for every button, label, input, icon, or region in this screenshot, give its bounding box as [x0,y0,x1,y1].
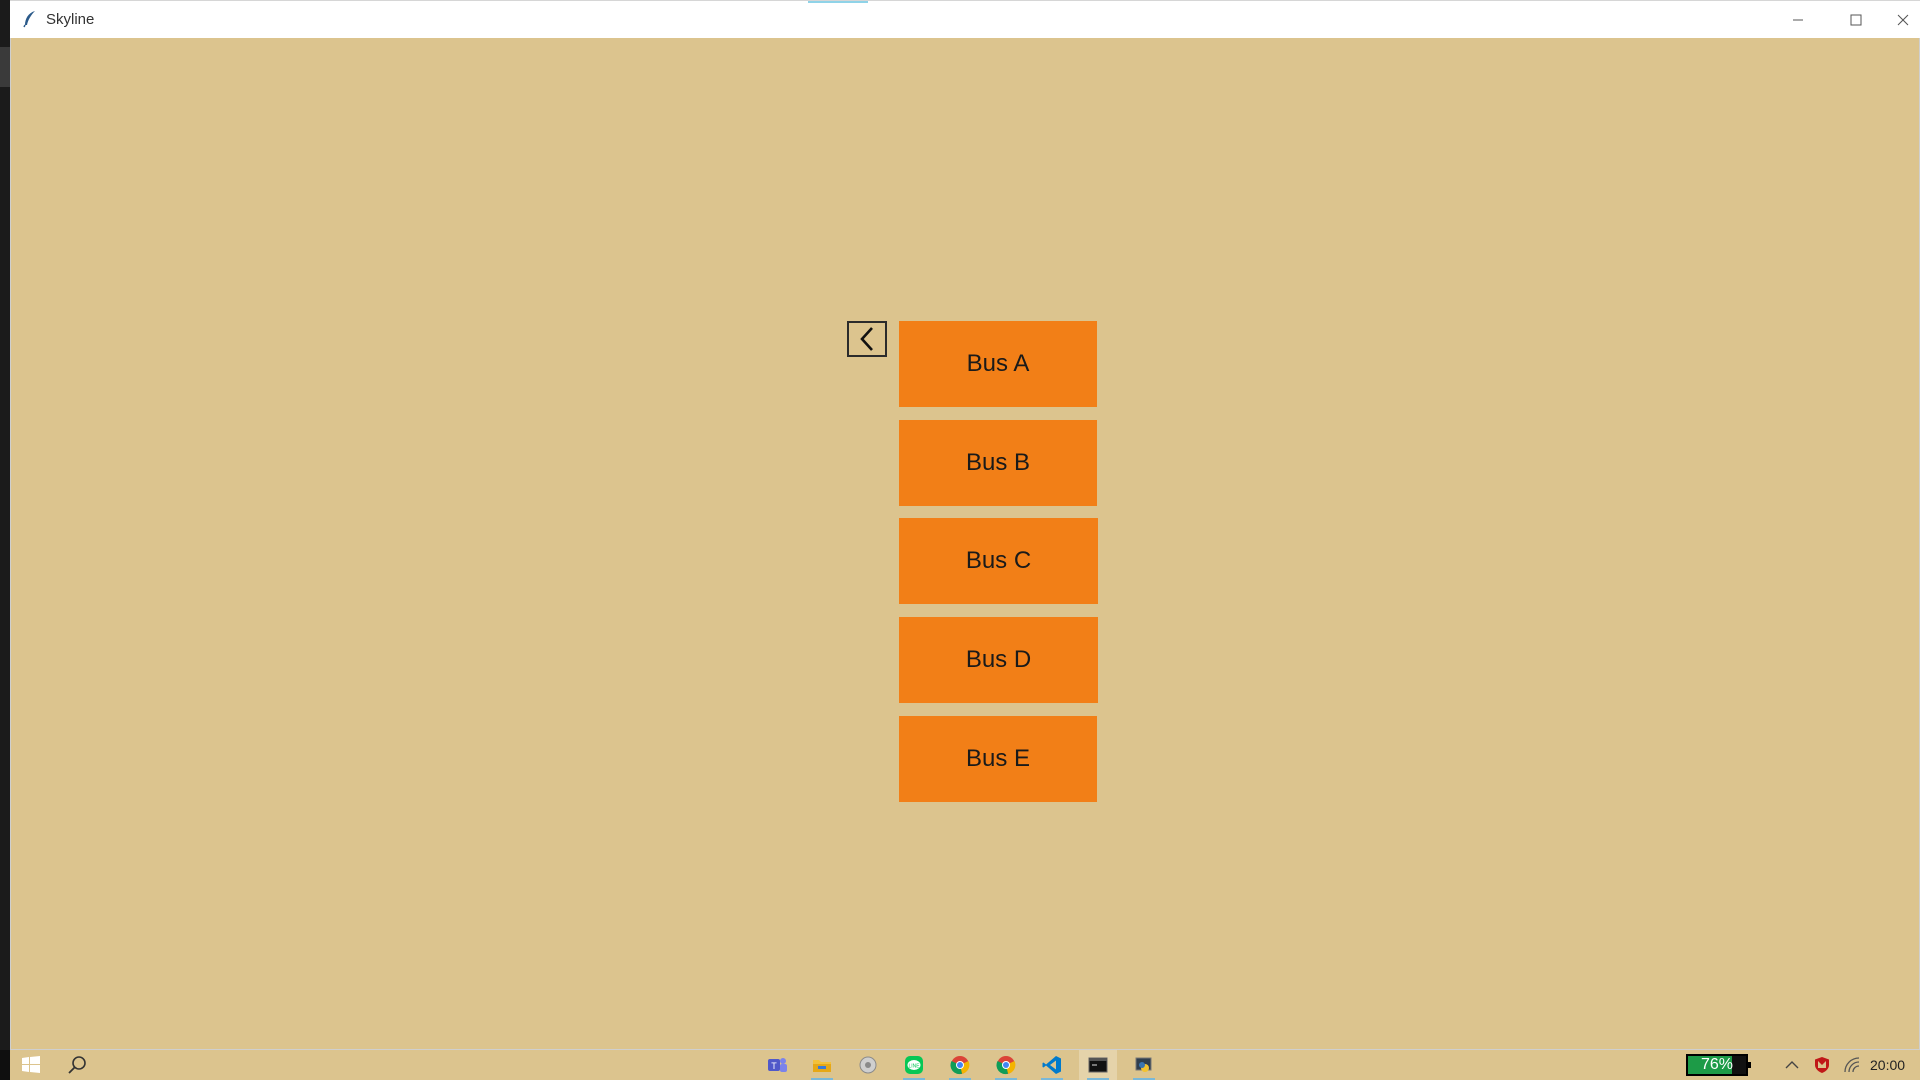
tray-mcafee[interactable] [1808,1050,1836,1080]
show-hidden-icons-button[interactable] [1778,1050,1806,1080]
taskbar-settings-app[interactable] [849,1050,887,1080]
title-bar-accent [808,1,868,3]
start-button[interactable] [12,1050,50,1080]
search-button[interactable] [58,1050,96,1080]
taskbar-vscode[interactable] [1033,1050,1071,1080]
bus-d-button[interactable]: Bus D [899,617,1098,703]
line-icon: LINE [905,1056,923,1074]
taskbar-line[interactable]: LINE [895,1050,933,1080]
chevron-left-icon [860,327,873,351]
taskbar-file-explorer[interactable] [803,1050,841,1080]
battery-cap [1748,1062,1751,1068]
vscode-icon [1042,1056,1061,1074]
svg-text:T: T [771,1061,777,1071]
teams-icon: T [768,1058,787,1072]
close-button[interactable] [1885,1,1920,39]
battery-indicator[interactable]: 76% [1686,1054,1751,1076]
bus-a-button[interactable]: Bus A [899,321,1097,407]
back-button[interactable] [847,321,887,357]
maximize-icon [1850,14,1862,26]
window-title: Skyline [46,11,95,28]
desktop-edge [0,0,10,1050]
terminal-icon [1088,1057,1108,1073]
chevron-up-icon [1785,1061,1799,1069]
desktop-edge-highlight [0,47,10,87]
close-icon [1897,14,1908,26]
taskbar: T LINE 76% 20:00 [10,1050,1920,1080]
settings-app-icon [859,1056,877,1074]
title-bar[interactable]: Skyline [10,0,1920,38]
svg-text:LINE: LINE [908,1064,920,1070]
taskbar-python[interactable] [1125,1050,1163,1080]
maximize-button[interactable] [1827,1,1885,39]
python-icon [1135,1057,1152,1072]
bus-b-button[interactable]: Bus B [899,420,1097,506]
taskbar-chrome-2[interactable] [987,1050,1025,1080]
taskbar-chrome-1[interactable] [941,1050,979,1080]
mcafee-shield-icon [1815,1057,1829,1073]
taskbar-terminal[interactable] [1079,1050,1117,1080]
bus-c-button[interactable]: Bus C [899,518,1098,604]
windows-start-icon [22,1056,40,1073]
clock[interactable]: 20:00 [1870,1057,1905,1073]
app-window: Skyline Bus A Bus B Bus C Bus D Bus E [10,0,1920,1050]
taskbar-teams[interactable]: T [758,1050,796,1080]
chrome-icon [950,1056,970,1075]
minimize-icon [1793,19,1803,21]
feather-icon [22,10,38,28]
minimize-button[interactable] [1769,1,1827,39]
chrome-icon [996,1056,1016,1075]
wifi-icon [1844,1057,1860,1073]
tray-network[interactable] [1838,1050,1866,1080]
bus-e-button[interactable]: Bus E [899,716,1097,802]
file-explorer-icon [813,1060,831,1072]
search-icon [68,1056,86,1074]
battery-percentage: 76% [1700,1056,1734,1073]
